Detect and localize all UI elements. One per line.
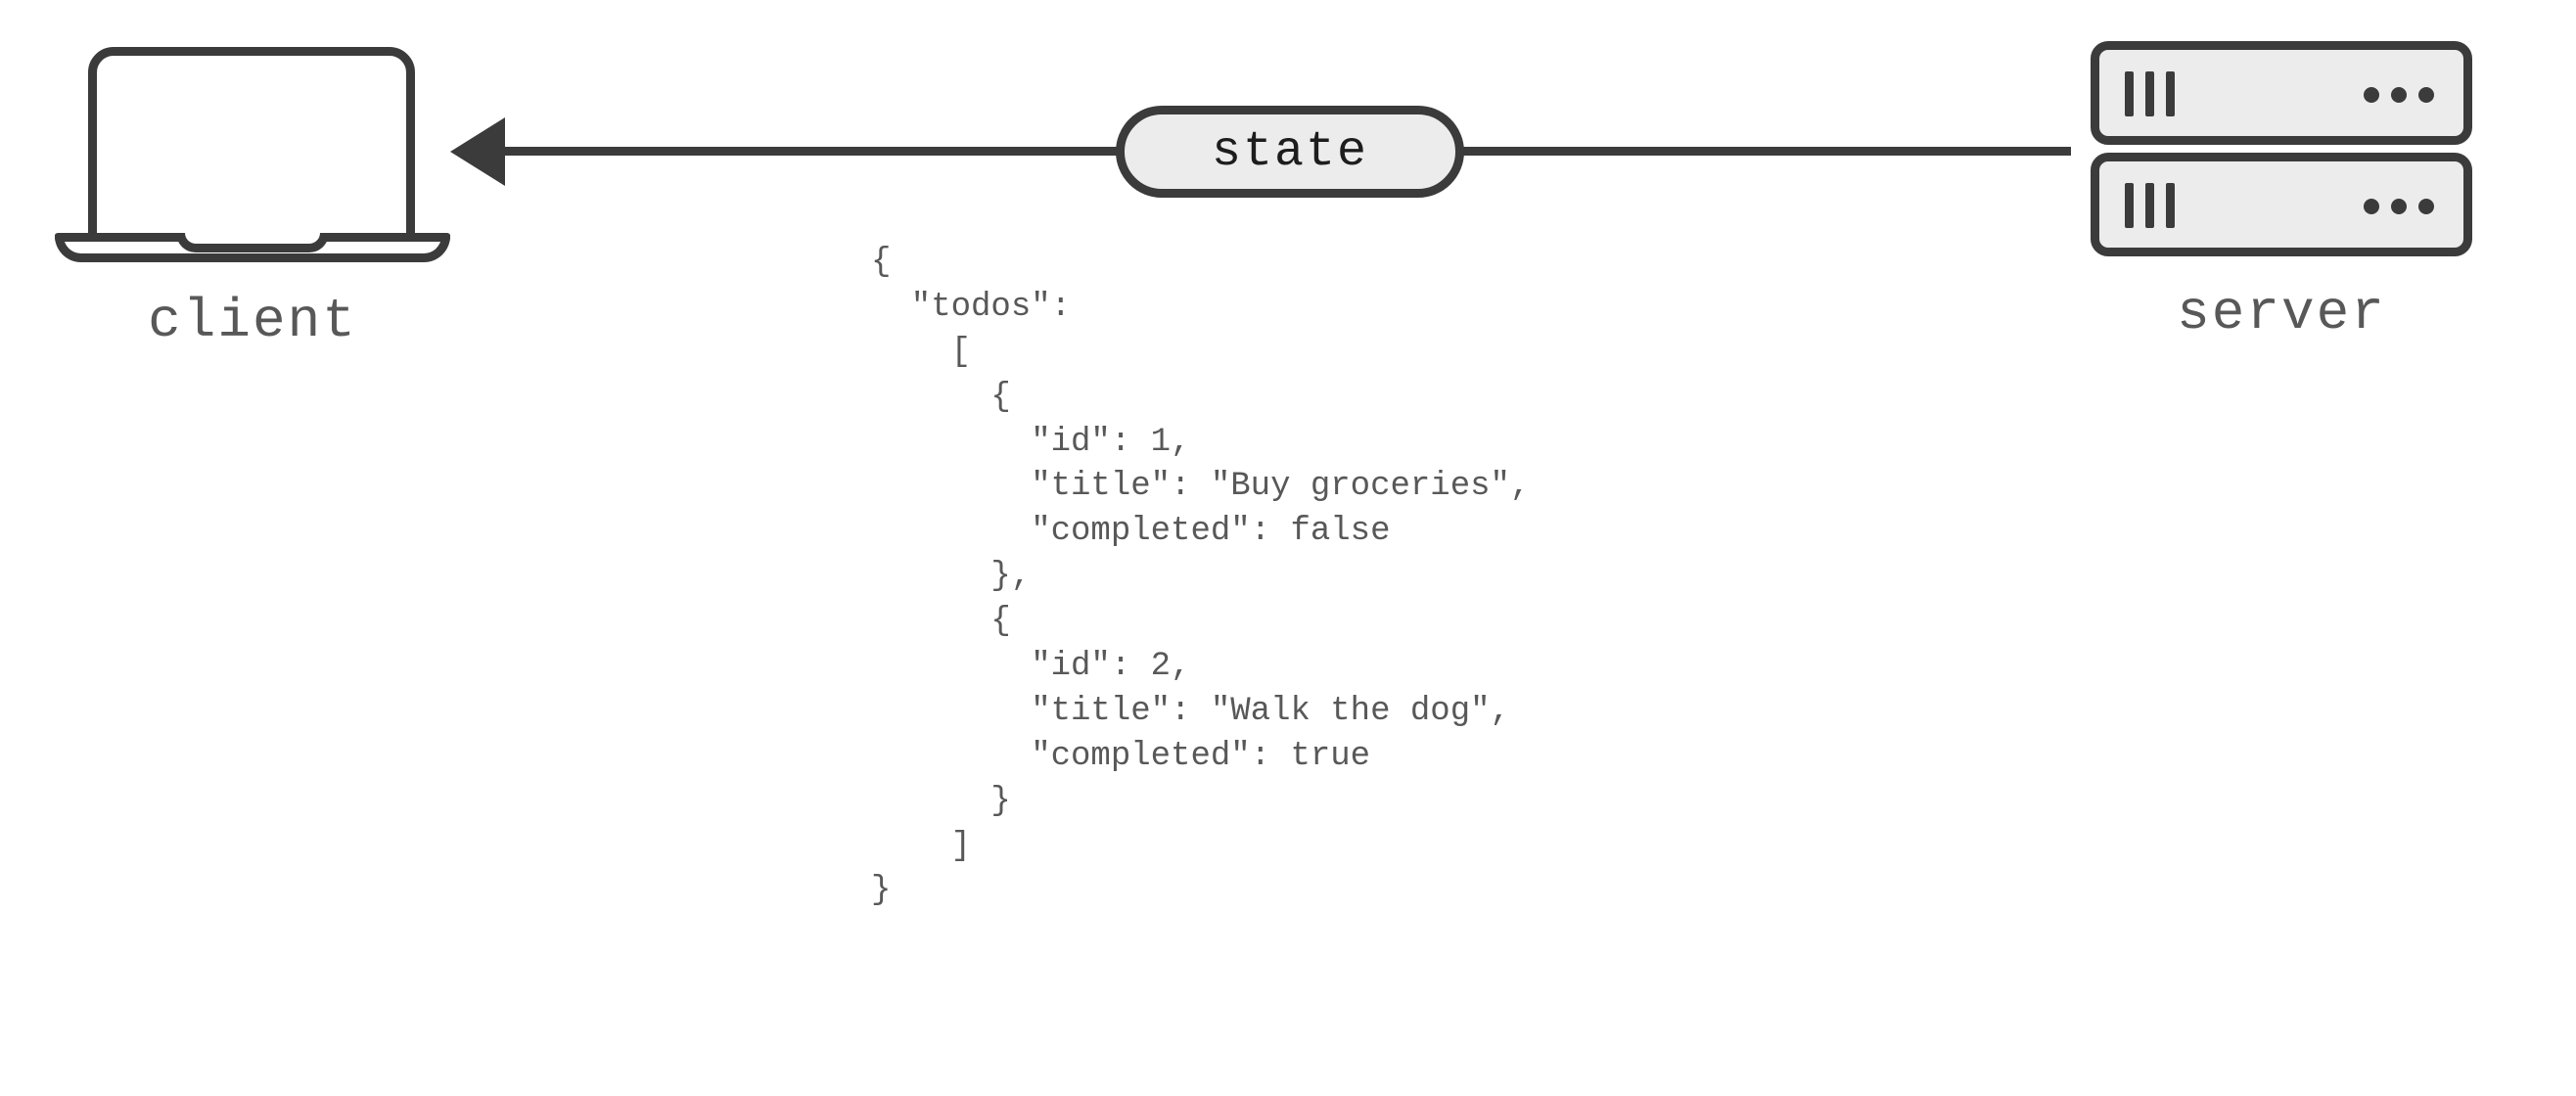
server-unit-icon bbox=[2091, 41, 2472, 145]
server-label: server bbox=[2091, 282, 2472, 344]
server-vents-icon bbox=[2125, 183, 2175, 228]
server-leds-icon bbox=[2364, 87, 2434, 103]
client-label: client bbox=[55, 290, 450, 352]
laptop-icon bbox=[88, 47, 415, 243]
server-stack-icon bbox=[2091, 41, 2472, 256]
laptop-notch-icon bbox=[176, 233, 329, 252]
state-payload-json: { "todos": [ { "id": 1, "title": "Buy gr… bbox=[871, 241, 1530, 914]
state-arrow-head-icon bbox=[450, 117, 505, 186]
server-vents-icon bbox=[2125, 71, 2175, 116]
server-leds-icon bbox=[2364, 199, 2434, 214]
server-unit-icon bbox=[2091, 153, 2472, 256]
state-pill: state bbox=[1116, 106, 1464, 198]
